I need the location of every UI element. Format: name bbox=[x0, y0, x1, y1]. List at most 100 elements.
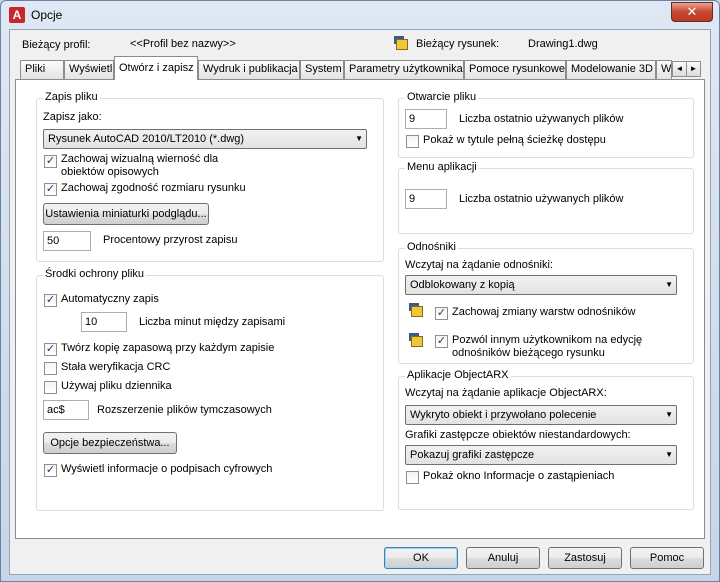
thumbnail-settings-button[interactable]: Ustawienia miniaturki podglądu... bbox=[43, 203, 209, 225]
help-button[interactable]: Pomoc bbox=[630, 547, 704, 569]
group-save: Zapis pliku Zapisz jako: Rysunek AutoCAD… bbox=[36, 91, 384, 262]
full-path-label: Pokaż w tytule pełną ścieżkę dostępu bbox=[423, 134, 606, 146]
arx-demand-label: Wczytaj na żądanie aplikacje ObjectARX: bbox=[405, 387, 607, 399]
arx-demand-select[interactable]: Wykryto obiekt i przywołano polecenie ▼ bbox=[405, 405, 677, 425]
xref-demand-select[interactable]: Odblokowany z kopią ▼ bbox=[405, 275, 677, 295]
proxy-notice-checkbox[interactable] bbox=[406, 471, 419, 484]
options-window: A Opcje ✕ Bieżący profil: <<Profil bez n… bbox=[0, 0, 720, 582]
workspace-saved-icon bbox=[409, 303, 425, 319]
log-file-label: Używaj pliku dziennika bbox=[61, 380, 172, 392]
keep-visual-label-line2: obiektów opisowych bbox=[61, 166, 159, 178]
autosave-checkbox[interactable]: ✓ bbox=[44, 294, 57, 307]
tab-label: Modelowanie 3D bbox=[571, 63, 653, 75]
title-bar[interactable]: A Opcje ✕ bbox=[1, 1, 719, 29]
save-as-value: Rysunek AutoCAD 2010/LT2010 (*.dwg) bbox=[48, 133, 245, 145]
digital-signatures-label: Wyświetl informacje o podpisach cyfrowyc… bbox=[61, 463, 273, 475]
close-button[interactable]: ✕ bbox=[671, 2, 713, 22]
temp-ext-input[interactable]: ac$ bbox=[43, 400, 89, 420]
tab-label: Pliki bbox=[25, 63, 46, 75]
chevron-down-icon: ▼ bbox=[665, 280, 673, 289]
save-as-label: Zapisz jako: bbox=[43, 111, 102, 123]
chevron-down-icon: ▼ bbox=[665, 450, 673, 459]
apply-button[interactable]: Zastosuj bbox=[548, 547, 622, 569]
tab-label: W bbox=[661, 63, 672, 75]
tab-label: Otwórz i zapisz bbox=[119, 62, 194, 74]
backup-checkbox[interactable]: ✓ bbox=[44, 343, 57, 356]
tab-wydruk-i-publikacja[interactable]: Wydruk i publikacja bbox=[198, 60, 300, 79]
current-drawing-label: Bieżący rysunek: bbox=[416, 38, 500, 50]
open-recent-files-input[interactable]: 9 bbox=[405, 109, 447, 129]
digital-signatures-checkbox[interactable]: ✓ bbox=[44, 464, 57, 477]
crc-label: Stała weryfikacja CRC bbox=[61, 361, 171, 373]
save-as-select[interactable]: Rysunek AutoCAD 2010/LT2010 (*.dwg) ▼ bbox=[43, 129, 367, 149]
group-app-menu-title: Menu aplikacji bbox=[405, 161, 479, 173]
retain-xref-layers-label: Zachowaj zmiany warstw odnośników bbox=[452, 306, 636, 318]
group-open: Otwarcie pliku 9 Liczba ostatnio używany… bbox=[398, 91, 694, 158]
autosave-minutes-input[interactable]: 10 bbox=[81, 312, 127, 332]
tab-panel-otworz-i-zapisz: Zapis pliku Zapisz jako: Rysunek AutoCAD… bbox=[15, 79, 705, 539]
group-safety: Środki ochrony pliku ✓ Automatyczny zapi… bbox=[36, 268, 384, 511]
proxy-notice-label: Pokaż okno Informacje o zastąpieniach bbox=[423, 470, 615, 482]
current-profile-value: <<Profil bez nazwy>> bbox=[130, 38, 236, 50]
tab-label: Parametry użytkownika bbox=[349, 63, 463, 75]
current-drawing-value: Drawing1.dwg bbox=[528, 38, 598, 50]
retain-xref-layers-checkbox[interactable]: ✓ bbox=[435, 307, 448, 320]
arx-demand-value: Wykryto obiekt i przywołano polecenie bbox=[410, 409, 597, 421]
tab-pliki[interactable]: Pliki bbox=[20, 60, 64, 79]
group-objectarx-title: Aplikacje ObjectARX bbox=[405, 369, 511, 381]
tab-label: Wyświetl bbox=[69, 63, 113, 75]
group-app-menu: Menu aplikacji 9 Liczba ostatnio używany… bbox=[398, 161, 694, 234]
tab-label: Pomoce rysunkowe bbox=[469, 63, 565, 75]
ok-button[interactable]: OK bbox=[384, 547, 458, 569]
group-save-title: Zapis pliku bbox=[43, 91, 100, 103]
group-xref-title: Odnośniki bbox=[405, 241, 458, 253]
log-file-checkbox[interactable] bbox=[44, 381, 57, 394]
group-safety-title: Środki ochrony pliku bbox=[43, 268, 147, 280]
tab-wyswietl[interactable]: Wyświetl bbox=[64, 60, 114, 79]
tab-scroll-left[interactable]: ◄ bbox=[672, 61, 687, 77]
dialog-body: Bieżący profil: <<Profil bez nazwy>> Bie… bbox=[9, 29, 711, 575]
current-profile-label: Bieżący profil: bbox=[22, 39, 91, 51]
security-options-button[interactable]: Opcje bezpieczeństwa... bbox=[43, 432, 177, 454]
incremental-save-input[interactable]: 50 bbox=[43, 231, 91, 251]
autosave-label: Automatyczny zapis bbox=[61, 293, 159, 305]
tab-w[interactable]: W bbox=[656, 60, 672, 79]
xref-demand-label: Wczytaj na żądanie odnośniki: bbox=[405, 259, 553, 271]
tab-pomoce-rysunkowe[interactable]: Pomoce rysunkowe bbox=[464, 60, 566, 79]
chevron-down-icon: ▼ bbox=[665, 410, 673, 419]
keep-size-label: Zachowaj zgodność rozmiaru rysunku bbox=[61, 182, 246, 194]
drawing-icon bbox=[394, 36, 410, 52]
group-xref: Odnośniki Wczytaj na żądanie odnośniki: … bbox=[398, 241, 694, 364]
allow-xref-edit-label-line2: odnośników bieżącego rysunku bbox=[452, 347, 605, 359]
allow-xref-edit-label-line1: Pozwól innym użytkownikom na edycję bbox=[452, 334, 643, 346]
tab-label: System bbox=[305, 63, 342, 75]
tab-scroll-right[interactable]: ► bbox=[686, 61, 701, 77]
allow-xref-edit-checkbox[interactable]: ✓ bbox=[435, 335, 448, 348]
tab-parametry-uzytkownika[interactable]: Parametry użytkownika bbox=[344, 60, 464, 79]
workspace-saved-icon bbox=[409, 333, 425, 349]
tab-otworz-i-zapisz[interactable]: Otwórz i zapisz bbox=[114, 56, 198, 80]
crc-checkbox[interactable] bbox=[44, 362, 57, 375]
temp-ext-label: Rozszerzenie plików tymczasowych bbox=[97, 404, 272, 416]
proxy-graphics-value: Pokazuj grafiki zastępcze bbox=[410, 449, 535, 461]
xref-demand-value: Odblokowany z kopią bbox=[410, 279, 515, 291]
tab-modelowanie-3d[interactable]: Modelowanie 3D bbox=[566, 60, 656, 79]
full-path-checkbox[interactable] bbox=[406, 135, 419, 148]
tab-system[interactable]: System bbox=[300, 60, 344, 79]
autosave-minutes-label: Liczba minut między zapisami bbox=[139, 316, 286, 328]
proxy-graphics-select[interactable]: Pokazuj grafiki zastępcze ▼ bbox=[405, 445, 677, 465]
group-open-title: Otwarcie pliku bbox=[405, 91, 479, 103]
incremental-save-label: Procentowy przyrost zapisu bbox=[103, 234, 238, 246]
menu-recent-files-input[interactable]: 9 bbox=[405, 189, 447, 209]
proxy-graphics-label: Grafiki zastępcze obiektów niestandardow… bbox=[405, 429, 631, 441]
keep-size-checkbox[interactable]: ✓ bbox=[44, 183, 57, 196]
menu-recent-files-label: Liczba ostatnio używanych plików bbox=[459, 193, 624, 205]
window-title: Opcje bbox=[31, 8, 63, 22]
autocad-app-icon: A bbox=[9, 7, 25, 23]
group-objectarx: Aplikacje ObjectARX Wczytaj na żądanie a… bbox=[398, 369, 694, 510]
cancel-button[interactable]: Anuluj bbox=[466, 547, 540, 569]
keep-visual-checkbox[interactable]: ✓ bbox=[44, 155, 57, 168]
chevron-down-icon: ▼ bbox=[355, 134, 363, 143]
tab-label: Wydruk i publikacja bbox=[203, 63, 298, 75]
backup-label: Twórz kopię zapasową przy każdym zapisie bbox=[61, 342, 275, 354]
